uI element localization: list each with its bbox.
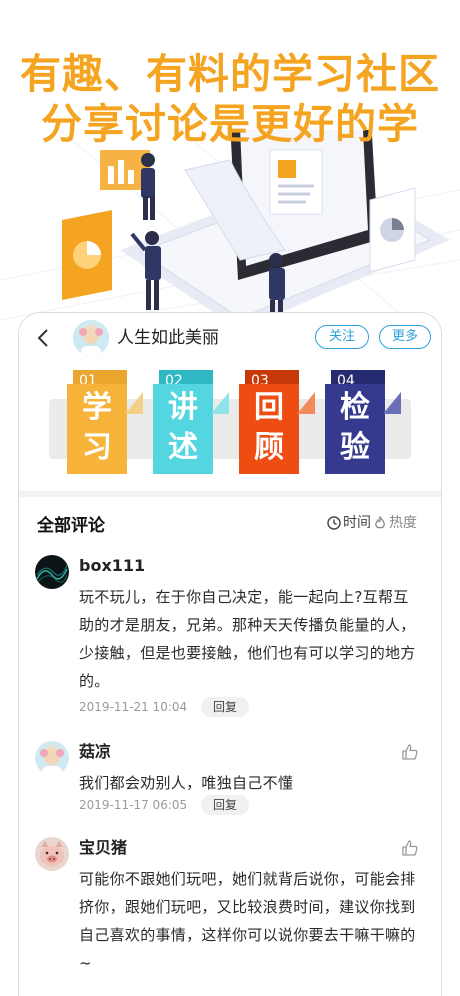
reply-button[interactable]: 回复 — [200, 795, 249, 815]
comment-text: 可能你不跟她们玩吧，她们就背后说你，可能会排挤你，跟她们玩吧，又比较浪费时间，建… — [79, 870, 416, 972]
reply-button[interactable]: 回复 — [200, 697, 249, 717]
tile-char-2: 顾 — [254, 430, 284, 465]
comment-item: 宝贝猪 可能你不跟她们玩吧，她们就背后说你，可能会排挤你，跟她们玩吧，又比较浪费… — [19, 837, 441, 996]
commenter-avatar[interactable] — [35, 741, 69, 775]
cover-tile-3: 03 回 顾 — [239, 370, 315, 474]
anime-girl-avatar-image — [35, 741, 69, 775]
cover-tile-2: 02 讲 述 — [153, 370, 229, 474]
tile-char-1: 检 — [340, 390, 370, 425]
cover-tile-1: 01 学 习 — [67, 370, 143, 474]
commenter-name[interactable]: 宝贝猪 — [79, 837, 127, 859]
cover-tile-4: 04 检 验 — [325, 370, 401, 474]
comment-text: 玩不玩儿，在于你自己决定，能一起向上?互帮互助的才是朋友，兄弟。那种天天传播负能… — [79, 588, 416, 690]
thumbs-up-icon[interactable] — [401, 839, 419, 857]
study-illustration — [0, 130, 460, 330]
flame-icon — [375, 514, 385, 529]
piglet-avatar-image — [35, 837, 69, 871]
thumbs-up-icon[interactable] — [401, 743, 419, 761]
comment-meta: 2019-11-21 10:04 回复 — [79, 697, 249, 717]
section-divider — [19, 491, 441, 497]
promo-headline-2: 分享讨论是更好的学 — [41, 100, 419, 148]
tile-char-1: 讲 — [168, 390, 198, 425]
sort-by-time[interactable]: 时间 — [327, 513, 371, 533]
post-cover-image: 01 学 习 02 讲 述 03 回 顾 04 检 验 — [19, 363, 441, 489]
phone-screen: 人生如此美丽 关注 更多 01 学 习 02 讲 述 03 回 顾 04 检 验… — [18, 312, 442, 996]
tile-fold — [383, 370, 401, 414]
tile-fold — [211, 370, 229, 414]
promo-banner: 有趣、有料的学习社区 分享讨论是更好的学 — [0, 0, 460, 330]
comment-time: 2019-11-21 10:04 — [79, 700, 188, 714]
comment-meta: 2019-11-17 06:05 回复 — [79, 795, 249, 815]
back-button[interactable] — [33, 323, 55, 353]
tile-text: 讲 述 — [153, 384, 213, 474]
comment-text: 我们都会劝别人，唯独自己不懂 — [79, 774, 294, 792]
tile-char-2: 验 — [340, 430, 370, 465]
comment-item: 菇凉 我们都会劝别人，唯独自己不懂 2019-11-17 06:05 回复 — [19, 741, 441, 821]
promo-headline-1: 有趣、有料的学习社区 — [20, 50, 440, 98]
comments-header: 全部评论 时间 热度 — [19, 509, 441, 539]
tile-char-2: 习 — [82, 430, 112, 465]
dark-wave-avatar-image — [35, 555, 69, 589]
tile-char-1: 回 — [254, 390, 284, 425]
commenter-avatar[interactable] — [35, 555, 69, 589]
sort-by-hot[interactable]: 热度 — [373, 513, 417, 533]
top-bar: 人生如此美丽 关注 更多 — [19, 313, 441, 363]
clock-icon — [327, 516, 341, 530]
more-button[interactable]: 更多 — [379, 325, 431, 349]
tile-text: 回 顾 — [239, 384, 299, 474]
tile-fold — [297, 370, 315, 414]
tile-fold — [125, 370, 143, 414]
commenter-avatar[interactable] — [35, 837, 69, 871]
tile-char-1: 学 — [82, 390, 112, 425]
follow-button[interactable]: 关注 — [315, 325, 369, 349]
sort-time-label: 时间 — [343, 515, 371, 531]
username[interactable]: 人生如此美丽 — [117, 325, 219, 351]
commenter-name[interactable]: 菇凉 — [79, 741, 111, 763]
avatar[interactable] — [73, 320, 109, 356]
chevron-left-icon — [37, 329, 48, 347]
user-avatar-image — [73, 320, 109, 356]
comment-item: box111 玩不玩儿，在于你自己决定，能一起向上?互帮互助的才是朋友，兄弟。那… — [19, 555, 441, 725]
comment-time: 2019-11-17 06:05 — [79, 798, 188, 812]
sort-hot-label: 热度 — [389, 515, 417, 531]
tile-text: 检 验 — [325, 384, 385, 474]
tile-char-2: 述 — [168, 430, 198, 465]
commenter-name[interactable]: box111 — [79, 555, 145, 577]
tile-text: 学 习 — [67, 384, 127, 474]
comments-title: 全部评论 — [37, 516, 105, 536]
